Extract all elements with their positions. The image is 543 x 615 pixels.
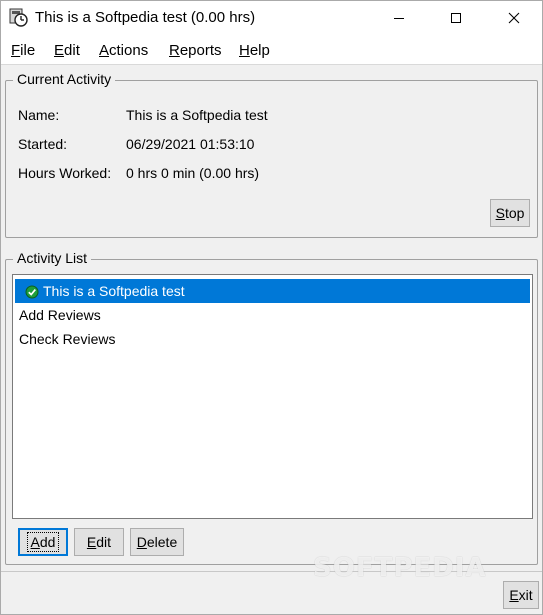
add-button-label: dd — [39, 534, 56, 550]
delete-button-label: elete — [146, 534, 178, 550]
menu-file-label: ile — [20, 42, 36, 59]
menu-reports-label: eports — [179, 42, 222, 59]
add-button-focus: Add — [26, 532, 60, 552]
menu-actions[interactable]: Actions — [99, 42, 148, 59]
check-icon — [25, 285, 39, 299]
started-value: 06/29/2021 01:53:10 — [126, 136, 255, 152]
current-activity-heading: Current Activity — [13, 71, 116, 87]
stop-button[interactable]: Stop — [490, 199, 530, 227]
current-activity-group: Current Activity Name: This is a Softped… — [5, 71, 538, 238]
menu-help-mnemonic: H — [239, 42, 250, 59]
menu-edit-label: dit — [64, 42, 80, 59]
menu-edit-mnemonic: E — [54, 42, 65, 59]
exit-button-mnemonic: E — [509, 587, 519, 603]
clock-app-icon[interactable] — [9, 8, 29, 28]
window-title: This is a Softpedia test (0.00 hrs) — [35, 9, 256, 26]
list-item[interactable]: Add Reviews — [15, 303, 530, 327]
minimize-icon — [394, 18, 404, 19]
exit-button-label: xit — [518, 587, 533, 603]
softpedia-watermark: SOFTPEDIA — [313, 553, 487, 583]
stop-button-label: top — [504, 205, 525, 221]
hours-worked-label: Hours Worked: — [18, 165, 112, 181]
maximize-button[interactable] — [433, 1, 479, 35]
close-icon — [508, 12, 520, 24]
menu-reports[interactable]: Reports — [169, 42, 222, 59]
activity-list-heading: Activity List — [13, 250, 92, 266]
menu-bar: File Edit Actions Reports Help — [1, 35, 542, 65]
list-item-label: Add Reviews — [19, 307, 101, 323]
delete-button[interactable]: Delete — [130, 528, 184, 556]
menu-actions-label: ctions — [109, 42, 149, 59]
menu-help-label: elp — [249, 42, 270, 59]
add-button-mnemonic: A — [30, 534, 40, 550]
title-bar[interactable]: This is a Softpedia test (0.00 hrs) — [1, 1, 542, 35]
exit-button[interactable]: Exit — [503, 581, 539, 609]
edit-button[interactable]: Edit — [74, 528, 124, 556]
list-item[interactable]: This is a Softpedia test — [15, 279, 530, 303]
stop-button-mnemonic: S — [495, 205, 505, 221]
name-value: This is a Softpedia test — [126, 107, 268, 123]
menu-file[interactable]: File — [11, 42, 35, 59]
add-button[interactable]: Add — [18, 528, 68, 556]
menu-edit[interactable]: Edit — [54, 42, 80, 59]
edit-button-mnemonic: E — [86, 534, 97, 550]
activity-listbox[interactable]: This is a Softpedia test Add Reviews Che… — [12, 274, 533, 519]
menu-file-mnemonic: F — [11, 42, 21, 59]
minimize-button[interactable] — [376, 1, 422, 35]
activity-list-group: Activity List This is a Softpedia test A… — [5, 250, 538, 565]
name-label: Name: — [18, 107, 60, 123]
started-label: Started: — [18, 136, 68, 152]
menu-reports-mnemonic: R — [169, 42, 180, 59]
menu-help[interactable]: Help — [239, 42, 270, 59]
maximize-icon — [451, 13, 461, 23]
close-button[interactable] — [491, 1, 537, 35]
list-item[interactable]: Check Reviews — [15, 327, 530, 351]
menu-actions-mnemonic: A — [99, 42, 110, 59]
hours-worked-value: 0 hrs 0 min (0.00 hrs) — [126, 165, 260, 181]
delete-button-mnemonic: D — [136, 534, 147, 550]
list-item-label: This is a Softpedia test — [43, 283, 185, 299]
edit-button-label: dit — [96, 534, 112, 550]
main-window: This is a Softpedia test (0.00 hrs) File… — [0, 0, 543, 615]
list-item-label: Check Reviews — [19, 331, 116, 347]
